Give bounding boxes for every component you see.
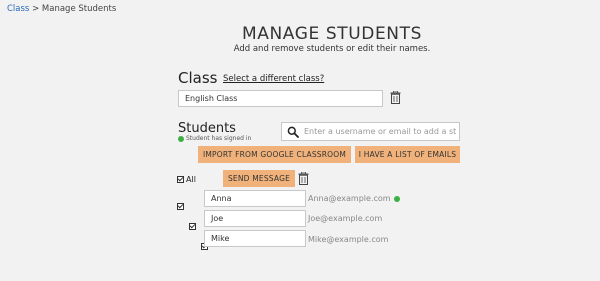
student-name-field[interactable]: Mike <box>204 230 306 247</box>
select-all-checkbox[interactable] <box>177 176 184 183</box>
student-email-text: Anna@example.com <box>308 194 391 203</box>
signed-in-check-icon <box>178 135 184 142</box>
page-subtitle: Add and remove students or edit their na… <box>233 44 431 54</box>
send-message-button[interactable]: SEND MESSAGE <box>223 170 295 187</box>
page-title: MANAGE STUDENTS <box>241 24 422 44</box>
signed-in-check-icon <box>393 195 400 202</box>
student-email-text: Mike@example.com <box>308 235 389 244</box>
student-name-field[interactable]: Joe <box>204 210 306 227</box>
breadcrumb: Class > Manage Students <box>7 4 116 14</box>
delete-class-trash-icon[interactable] <box>390 91 401 104</box>
class-heading: Class <box>178 69 218 87</box>
student-row-checkbox[interactable] <box>177 203 184 210</box>
student-search-input[interactable] <box>304 127 456 136</box>
student-search-box <box>281 122 460 141</box>
student-email: Mike@example.com <box>308 235 388 244</box>
select-different-class-link[interactable]: Select a different class? <box>223 74 324 84</box>
student-email-text: Joe@example.com <box>308 214 383 223</box>
breadcrumb-separator: > <box>32 4 40 14</box>
search-icon[interactable] <box>282 123 304 140</box>
class-name-field[interactable]: English Class <box>178 90 383 107</box>
breadcrumb-current: Manage Students <box>41 4 117 14</box>
students-heading: Students <box>178 121 236 136</box>
student-email: Joe@example.com <box>308 214 382 223</box>
student-email: Anna@example.com <box>308 194 402 203</box>
import-google-classroom-button[interactable]: IMPORT FROM GOOGLE CLASSROOM <box>198 146 351 163</box>
delete-selected-trash-icon[interactable] <box>298 172 309 185</box>
breadcrumb-class-link[interactable]: Class <box>7 4 29 14</box>
student-name-field[interactable]: Anna <box>204 190 306 207</box>
student-row-checkbox[interactable] <box>189 223 197 230</box>
list-of-emails-button[interactable]: I HAVE A LIST OF EMAILS <box>355 146 460 163</box>
signed-in-legend: Student has signed in <box>178 135 251 142</box>
select-all-label: All <box>186 175 196 184</box>
select-all-control[interactable]: All <box>177 175 196 184</box>
signed-in-legend-text: Student has signed in <box>186 135 252 142</box>
